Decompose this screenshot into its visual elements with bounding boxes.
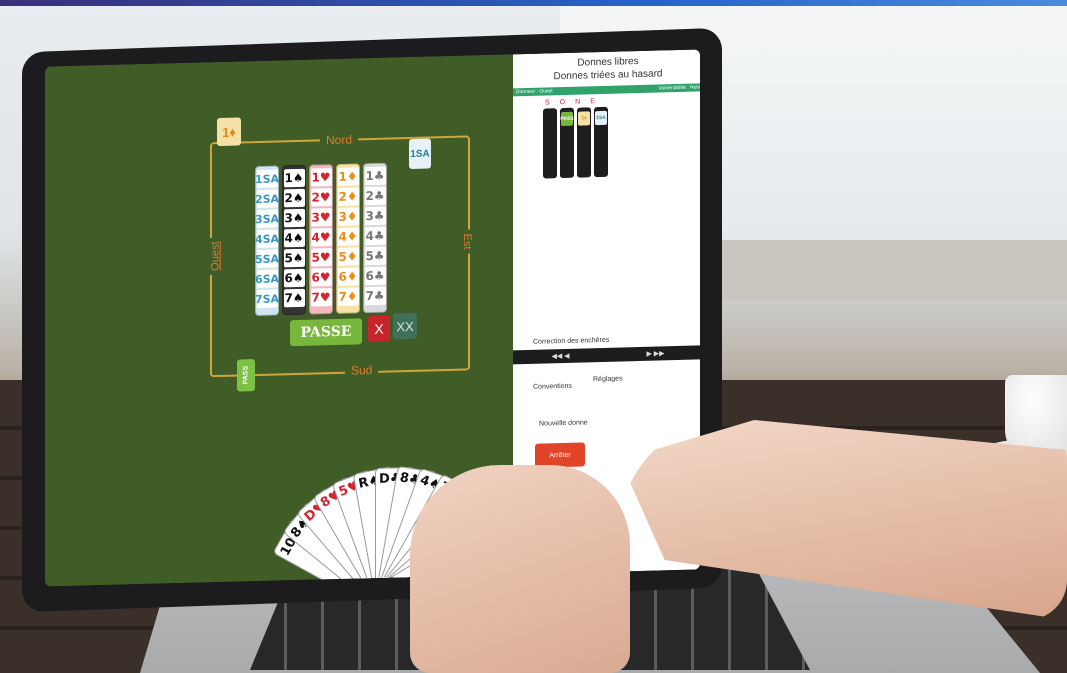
bid-column-spades: 1♠ 2♠ 3♠ 4♠ 5♠ 6♠ 7♠ bbox=[282, 164, 306, 316]
bid-7-clubs[interactable]: 7♣ bbox=[364, 286, 386, 306]
bid-5sa[interactable]: 5SA bbox=[255, 249, 279, 269]
bid-2-diamonds[interactable]: 2♦ bbox=[337, 187, 359, 206]
bid-3sa[interactable]: 3SA bbox=[255, 209, 279, 229]
bid-4sa[interactable]: 4SA bbox=[255, 229, 279, 249]
nav-next-button[interactable]: ▶ ▶▶ bbox=[646, 349, 664, 357]
bid-column-clubs: 1♣ 2♣ 3♣ 4♣ 5♣ 6♣ 7♣ bbox=[363, 162, 387, 314]
auction-nav-bar: ◀◀ ◀ ▶ ▶▶ bbox=[513, 345, 700, 365]
bid-correction-caption: Correction des enchères bbox=[533, 336, 610, 346]
left-hand bbox=[410, 465, 630, 673]
new-deal-link[interactable]: Nouvelle donne bbox=[539, 419, 588, 427]
bid-1-spades[interactable]: 1♠ bbox=[283, 168, 305, 188]
auction-slot: 1SA bbox=[594, 106, 608, 178]
bid-4-clubs[interactable]: 4♣ bbox=[364, 226, 386, 246]
seat-n: N bbox=[575, 98, 581, 106]
bid-4-diamonds[interactable]: 4♦ bbox=[337, 227, 359, 246]
bid-5-clubs[interactable]: 5♣ bbox=[364, 246, 386, 266]
bid-column-hearts: 1♥ 2♥ 3♥ 4♥ 5♥ 6♥ 7♥ bbox=[309, 164, 333, 315]
dealer-label: Donneur : Ouest bbox=[516, 88, 553, 96]
sud-bid-tag: PASS bbox=[237, 359, 255, 392]
bid-2-clubs[interactable]: 2♣ bbox=[364, 186, 386, 206]
bid-6-spades[interactable]: 6♠ bbox=[283, 268, 305, 288]
double-button[interactable]: X bbox=[368, 315, 390, 343]
bid-1-diamonds[interactable]: 1♦ bbox=[337, 167, 359, 186]
bid-1sa[interactable]: 1SA bbox=[255, 169, 279, 189]
nav-prev-button[interactable]: ◀◀ ◀ bbox=[551, 352, 569, 360]
bid-5-hearts[interactable]: 5♥ bbox=[310, 248, 332, 267]
bid-6-hearts[interactable]: 6♥ bbox=[310, 268, 332, 287]
passe-button[interactable]: PASSE bbox=[290, 318, 362, 347]
bid-1-hearts[interactable]: 1♥ bbox=[310, 168, 332, 187]
bid-2sa[interactable]: 2SA bbox=[255, 189, 279, 209]
seat-label-ouest: Ouest bbox=[209, 237, 222, 275]
bid-1-clubs[interactable]: 1♣ bbox=[364, 166, 386, 186]
auction-1d-chip: 1♦ bbox=[578, 111, 590, 126]
redouble-button[interactable]: XX bbox=[393, 312, 417, 340]
seat-label-nord: Nord bbox=[320, 132, 359, 148]
bid-5-spades[interactable]: 5♠ bbox=[283, 248, 305, 268]
quit-button[interactable]: Arrêter bbox=[535, 442, 585, 468]
bid-4-hearts[interactable]: 4♥ bbox=[310, 228, 332, 247]
auction-slot: PASS bbox=[560, 107, 574, 179]
settings-link[interactable]: Réglages bbox=[593, 375, 623, 383]
bid-4-spades[interactable]: 4♠ bbox=[283, 228, 305, 248]
bid-6-diamonds[interactable]: 6♦ bbox=[337, 267, 359, 286]
bid-2-spades[interactable]: 2♠ bbox=[283, 188, 305, 208]
bid-5-diamonds[interactable]: 5♦ bbox=[337, 247, 359, 266]
auction-slot bbox=[543, 108, 557, 179]
bid-7sa[interactable]: 7SA bbox=[255, 289, 279, 309]
auction-columns: PASS 1♦ 1SA bbox=[513, 102, 700, 179]
bid-column-diamonds: 1♦ 2♦ 3♦ 4♦ 5♦ 6♦ 7♦ bbox=[336, 163, 360, 314]
seat-label-sud: Sud bbox=[345, 362, 379, 378]
bid-2-hearts[interactable]: 2♥ bbox=[310, 188, 332, 207]
vulnerability-label: Vulnérabilité : Nuls bbox=[658, 84, 700, 92]
auction-slot: 1♦ bbox=[577, 107, 591, 178]
bid-3-diamonds[interactable]: 3♦ bbox=[337, 207, 359, 226]
bid-3-hearts[interactable]: 3♥ bbox=[310, 208, 332, 227]
bid-7-diamonds[interactable]: 7♦ bbox=[337, 287, 359, 306]
bid-6-clubs[interactable]: 6♣ bbox=[364, 266, 386, 286]
seat-s: S bbox=[545, 99, 550, 107]
seat-label-est: Est bbox=[460, 229, 473, 254]
bid-column-sa: 1SA 2SA 3SA 4SA 5SA 6SA 7SA bbox=[255, 165, 279, 317]
conventions-link[interactable]: Conventions bbox=[533, 383, 572, 391]
bid-7-hearts[interactable]: 7♥ bbox=[310, 288, 332, 307]
auction-pass-chip: PASS bbox=[560, 111, 574, 127]
bid-7-spades[interactable]: 7♠ bbox=[283, 288, 305, 308]
bid-6sa[interactable]: 6SA bbox=[255, 269, 279, 289]
auction-1nt-chip: 1SA bbox=[595, 110, 607, 126]
est-bid-tag: 1SA bbox=[409, 138, 431, 170]
seat-o: O bbox=[559, 98, 566, 107]
seat-e: E bbox=[590, 98, 595, 106]
bid-3-clubs[interactable]: 3♣ bbox=[364, 206, 386, 226]
bidding-box: 1SA 2SA 3SA 4SA 5SA 6SA 7SA 1♠ 2♠ 3♠ 4♠ … bbox=[255, 162, 395, 317]
bid-3-spades[interactable]: 3♠ bbox=[283, 208, 305, 228]
nord-bid-tag: 1♦ bbox=[217, 117, 241, 147]
